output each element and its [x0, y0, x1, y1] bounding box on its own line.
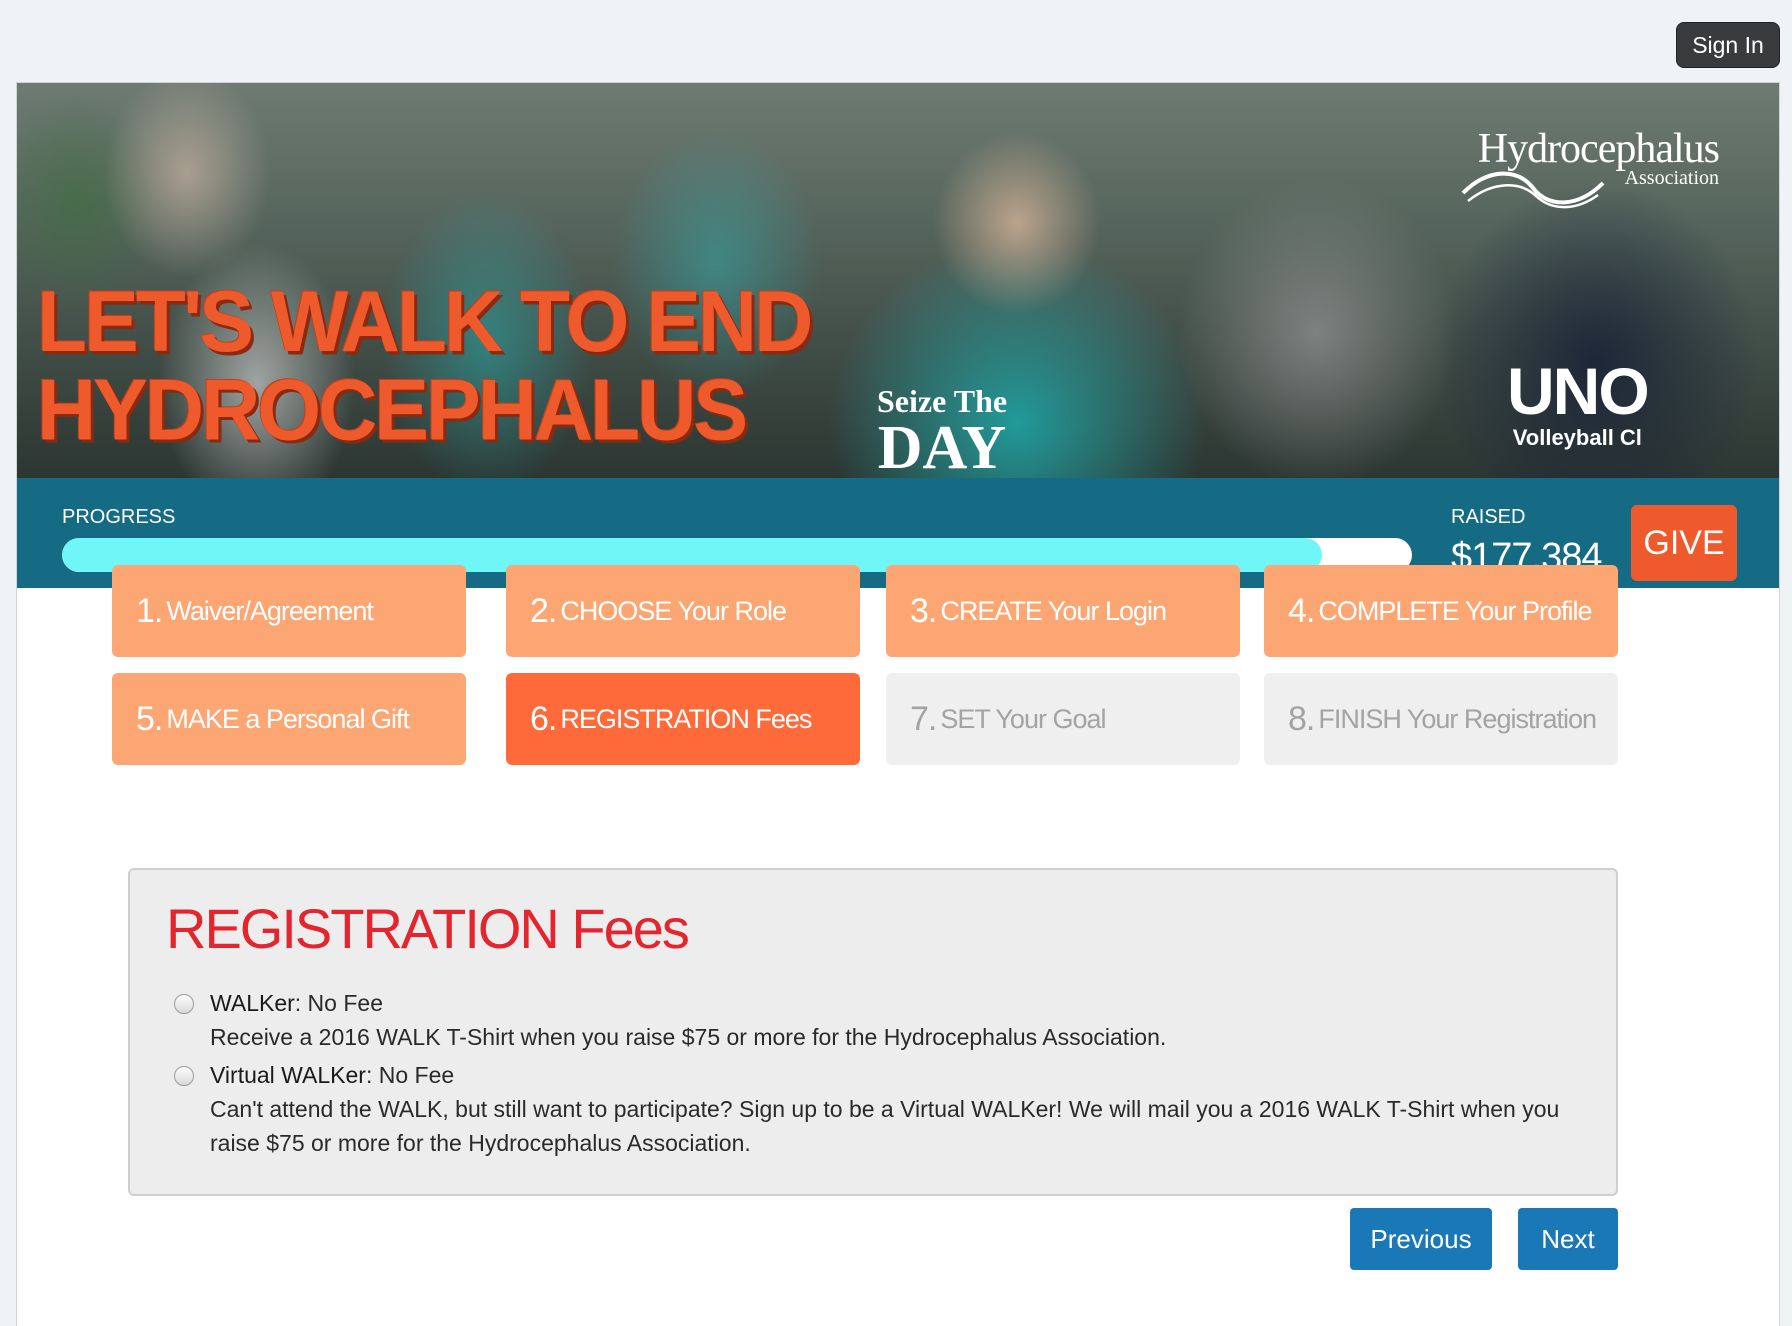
hero-banner: Seize The DAY UNO Volleyball Cl Hydrocep… — [17, 83, 1779, 478]
walker-radio[interactable] — [174, 994, 194, 1014]
option-description: Receive a 2016 WALK T-Shirt when you rai… — [210, 1024, 1167, 1050]
step-label: FINISH Your Registration — [1318, 703, 1597, 734]
panel-title: REGISTRATION Fees — [166, 897, 690, 960]
step-number: 6. — [530, 699, 557, 738]
step-number: 1. — [136, 591, 163, 630]
step-number: 5. — [136, 699, 163, 738]
step-label: SET Your Goal — [940, 703, 1106, 734]
next-button[interactable]: Next — [1518, 1208, 1618, 1270]
step-number: 3. — [910, 591, 937, 630]
headline-line-1: LET'S WALK TO END — [37, 274, 813, 371]
virtual-walker-radio[interactable] — [174, 1066, 194, 1086]
registration-fees-panel: REGISTRATION Fees WALKer: No Fee Receive… — [128, 868, 1618, 1196]
step-4[interactable]: 4. COMPLETE Your Profile — [1264, 565, 1618, 657]
raised-label: RAISED — [1451, 506, 1526, 528]
fee-option-walker[interactable]: WALKer: No Fee Receive a 2016 WALK T-Shi… — [174, 986, 1594, 1054]
step-5[interactable]: 5. MAKE a Personal Gift — [112, 673, 466, 765]
sign-in-button[interactable]: Sign In — [1676, 22, 1780, 68]
progress-label: PROGRESS — [62, 506, 176, 528]
step-number: 7. — [910, 699, 937, 738]
step-6[interactable]: 6. REGISTRATION Fees — [506, 673, 860, 765]
step-7: 7. SET Your Goal — [886, 673, 1240, 765]
fee-option-virtual-walker[interactable]: Virtual WALKer: No Fee Can't attend the … — [174, 1058, 1594, 1160]
option-description: Can't attend the WALK, but still want to… — [210, 1096, 1560, 1156]
step-3[interactable]: 3. CREATE Your Login — [886, 565, 1240, 657]
hero-uno-text: UNO Volleyball Cl — [1507, 353, 1650, 451]
top-bar: Sign In — [0, 0, 1792, 82]
option-heading: Virtual WALKer: No Fee — [210, 1058, 1594, 1092]
hero-headline: LET'S WALK TO END HYDROCEPHALUS — [37, 274, 813, 459]
headline-line-2: HYDROCEPHALUS — [37, 362, 748, 459]
uno-line-1: UNO — [1507, 354, 1650, 428]
logo-swoosh-icon — [1461, 171, 1605, 209]
step-number: 2. — [530, 591, 557, 630]
step-8: 8. FINISH Your Registration — [1264, 673, 1618, 765]
hero-shirt-text: Seize The DAY — [877, 383, 1007, 478]
option-heading: WALKer: No Fee — [210, 986, 1594, 1020]
option-fee: : No Fee — [294, 990, 383, 1016]
give-button[interactable]: GIVE — [1631, 505, 1737, 581]
step-label: MAKE a Personal Gift — [166, 703, 410, 734]
option-name: Virtual WALKer — [210, 1062, 366, 1088]
association-logo: Hydrocephalus Association — [1461, 125, 1720, 209]
step-2[interactable]: 2. CHOOSE Your Role — [506, 565, 860, 657]
option-text: Virtual WALKer: No Fee Can't attend the … — [210, 1058, 1594, 1160]
step-number: 8. — [1288, 699, 1315, 738]
option-fee: : No Fee — [365, 1062, 455, 1088]
step-label: REGISTRATION Fees — [560, 703, 812, 734]
step-label: COMPLETE Your Profile — [1318, 595, 1592, 626]
option-text: WALKer: No Fee Receive a 2016 WALK T-Shi… — [210, 986, 1594, 1054]
previous-button[interactable]: Previous — [1350, 1208, 1492, 1270]
step-label: CHOOSE Your Role — [560, 595, 787, 626]
step-number: 4. — [1288, 591, 1315, 630]
step-1[interactable]: 1. Waiver/Agreement — [112, 565, 466, 657]
uno-line-2: Volleyball Cl — [1512, 425, 1642, 450]
option-name: WALKer — [210, 990, 295, 1016]
shirt-line-2: DAY — [877, 414, 1007, 478]
step-label: CREATE Your Login — [940, 595, 1167, 626]
step-label: Waiver/Agreement — [166, 595, 374, 626]
